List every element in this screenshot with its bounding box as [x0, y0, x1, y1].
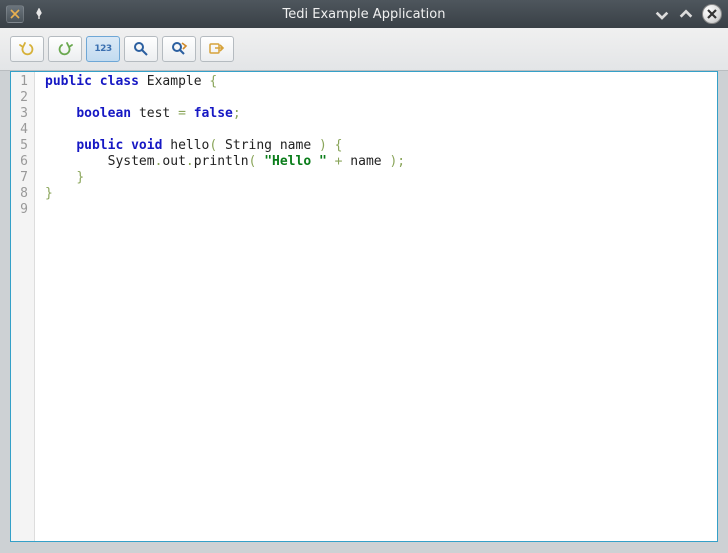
line-number: 1 [17, 74, 28, 90]
window-title: Tedi Example Application [283, 7, 446, 22]
undo-button[interactable] [10, 36, 44, 62]
line-number: 6 [17, 154, 28, 170]
app-menu-icon[interactable] [6, 5, 24, 23]
code-line[interactable]: } [45, 186, 717, 202]
line-number: 4 [17, 122, 28, 138]
redo-button[interactable] [48, 36, 82, 62]
code-line[interactable] [45, 122, 717, 138]
titlebar: Tedi Example Application [0, 0, 728, 28]
code-line[interactable]: public class Example { [45, 74, 717, 90]
line-number: 5 [17, 138, 28, 154]
line-number-gutter: 123456789 [11, 72, 35, 541]
toolbar: 123 [0, 28, 728, 71]
line-number: 9 [17, 202, 28, 218]
minimize-icon[interactable] [654, 6, 670, 22]
code-line[interactable] [45, 90, 717, 106]
maximize-icon[interactable] [678, 6, 694, 22]
code-line[interactable]: boolean test = false; [45, 106, 717, 122]
code-line[interactable]: public void hello( String name ) { [45, 138, 717, 154]
code-line[interactable] [45, 202, 717, 218]
find-button[interactable] [124, 36, 158, 62]
code-line[interactable]: } [45, 170, 717, 186]
close-icon[interactable] [702, 4, 722, 24]
code-line[interactable]: System.out.println( "Hello " + name ); [45, 154, 717, 170]
line-number: 8 [17, 186, 28, 202]
line-number: 7 [17, 170, 28, 186]
line-number: 2 [17, 90, 28, 106]
code-area[interactable]: public class Example { boolean test = fa… [35, 72, 717, 541]
find-replace-button[interactable] [162, 36, 196, 62]
goto-button[interactable] [200, 36, 234, 62]
line-numbers-toggle[interactable]: 123 [86, 36, 120, 62]
line-number: 3 [17, 106, 28, 122]
pin-icon[interactable] [30, 5, 48, 23]
code-editor[interactable]: 123456789 public class Example { boolean… [10, 71, 718, 542]
